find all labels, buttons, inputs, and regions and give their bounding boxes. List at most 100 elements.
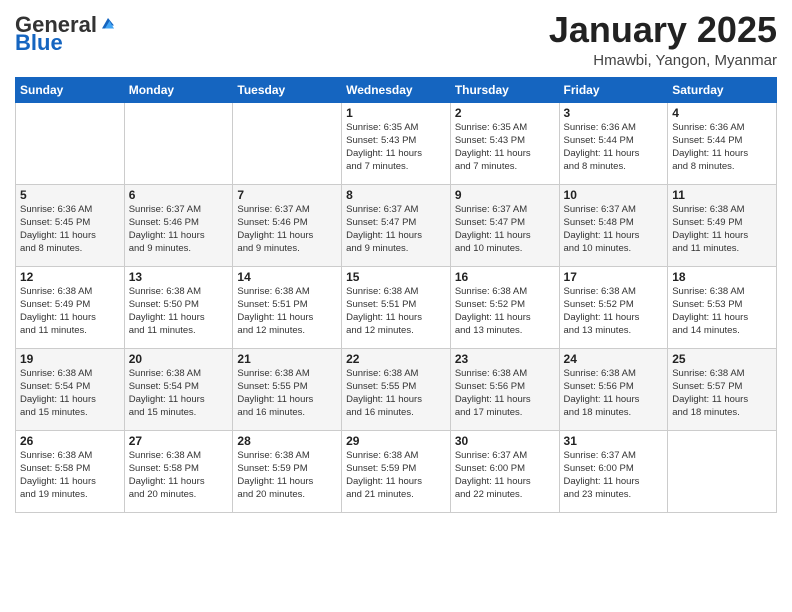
day-number: 25 xyxy=(672,352,772,366)
calendar-cell: 17Sunrise: 6:38 AM Sunset: 5:52 PM Dayli… xyxy=(559,266,668,348)
day-info: Sunrise: 6:36 AM Sunset: 5:45 PM Dayligh… xyxy=(20,203,120,256)
day-number: 5 xyxy=(20,188,120,202)
day-number: 7 xyxy=(237,188,337,202)
calendar-cell: 25Sunrise: 6:38 AM Sunset: 5:57 PM Dayli… xyxy=(668,348,777,430)
calendar-cell xyxy=(16,102,125,184)
calendar-cell: 31Sunrise: 6:37 AM Sunset: 6:00 PM Dayli… xyxy=(559,430,668,512)
calendar-cell: 7Sunrise: 6:37 AM Sunset: 5:46 PM Daylig… xyxy=(233,184,342,266)
day-info: Sunrise: 6:38 AM Sunset: 5:58 PM Dayligh… xyxy=(129,449,229,502)
calendar-table: Sunday Monday Tuesday Wednesday Thursday… xyxy=(15,77,777,513)
day-info: Sunrise: 6:37 AM Sunset: 5:48 PM Dayligh… xyxy=(564,203,664,256)
day-number: 19 xyxy=(20,352,120,366)
day-info: Sunrise: 6:38 AM Sunset: 5:54 PM Dayligh… xyxy=(20,367,120,420)
day-info: Sunrise: 6:36 AM Sunset: 5:44 PM Dayligh… xyxy=(672,121,772,174)
logo-icon xyxy=(99,15,117,33)
calendar-cell: 22Sunrise: 6:38 AM Sunset: 5:55 PM Dayli… xyxy=(342,348,451,430)
day-number: 30 xyxy=(455,434,555,448)
day-info: Sunrise: 6:37 AM Sunset: 6:00 PM Dayligh… xyxy=(564,449,664,502)
calendar-cell: 13Sunrise: 6:38 AM Sunset: 5:50 PM Dayli… xyxy=(124,266,233,348)
day-info: Sunrise: 6:38 AM Sunset: 5:50 PM Dayligh… xyxy=(129,285,229,338)
day-number: 29 xyxy=(346,434,446,448)
calendar-cell: 6Sunrise: 6:37 AM Sunset: 5:46 PM Daylig… xyxy=(124,184,233,266)
calendar-cell xyxy=(668,430,777,512)
day-info: Sunrise: 6:38 AM Sunset: 5:49 PM Dayligh… xyxy=(20,285,120,338)
day-number: 16 xyxy=(455,270,555,284)
day-number: 26 xyxy=(20,434,120,448)
day-info: Sunrise: 6:35 AM Sunset: 5:43 PM Dayligh… xyxy=(455,121,555,174)
day-info: Sunrise: 6:37 AM Sunset: 5:46 PM Dayligh… xyxy=(237,203,337,256)
day-number: 9 xyxy=(455,188,555,202)
day-number: 18 xyxy=(672,270,772,284)
title-section: January 2025 Hmawbi, Yangon, Myanmar xyxy=(549,10,777,69)
day-info: Sunrise: 6:37 AM Sunset: 5:47 PM Dayligh… xyxy=(346,203,446,256)
day-info: Sunrise: 6:38 AM Sunset: 5:52 PM Dayligh… xyxy=(564,285,664,338)
day-info: Sunrise: 6:37 AM Sunset: 5:46 PM Dayligh… xyxy=(129,203,229,256)
day-number: 11 xyxy=(672,188,772,202)
day-info: Sunrise: 6:35 AM Sunset: 5:43 PM Dayligh… xyxy=(346,121,446,174)
logo: General Blue xyxy=(15,14,117,54)
day-number: 14 xyxy=(237,270,337,284)
calendar-cell: 18Sunrise: 6:38 AM Sunset: 5:53 PM Dayli… xyxy=(668,266,777,348)
calendar-cell: 27Sunrise: 6:38 AM Sunset: 5:58 PM Dayli… xyxy=(124,430,233,512)
calendar-cell: 16Sunrise: 6:38 AM Sunset: 5:52 PM Dayli… xyxy=(450,266,559,348)
calendar-cell: 3Sunrise: 6:36 AM Sunset: 5:44 PM Daylig… xyxy=(559,102,668,184)
day-info: Sunrise: 6:38 AM Sunset: 5:53 PM Dayligh… xyxy=(672,285,772,338)
day-info: Sunrise: 6:37 AM Sunset: 5:47 PM Dayligh… xyxy=(455,203,555,256)
calendar-cell: 14Sunrise: 6:38 AM Sunset: 5:51 PM Dayli… xyxy=(233,266,342,348)
day-number: 4 xyxy=(672,106,772,120)
day-info: Sunrise: 6:38 AM Sunset: 5:51 PM Dayligh… xyxy=(237,285,337,338)
day-info: Sunrise: 6:38 AM Sunset: 5:59 PM Dayligh… xyxy=(346,449,446,502)
calendar-cell: 5Sunrise: 6:36 AM Sunset: 5:45 PM Daylig… xyxy=(16,184,125,266)
calendar-cell: 1Sunrise: 6:35 AM Sunset: 5:43 PM Daylig… xyxy=(342,102,451,184)
header: General Blue January 2025 Hmawbi, Yangon… xyxy=(15,10,777,69)
day-info: Sunrise: 6:38 AM Sunset: 5:57 PM Dayligh… xyxy=(672,367,772,420)
calendar-cell: 21Sunrise: 6:38 AM Sunset: 5:55 PM Dayli… xyxy=(233,348,342,430)
calendar-week-1: 1Sunrise: 6:35 AM Sunset: 5:43 PM Daylig… xyxy=(16,102,777,184)
calendar-cell: 8Sunrise: 6:37 AM Sunset: 5:47 PM Daylig… xyxy=(342,184,451,266)
calendar-cell: 24Sunrise: 6:38 AM Sunset: 5:56 PM Dayli… xyxy=(559,348,668,430)
calendar-week-2: 5Sunrise: 6:36 AM Sunset: 5:45 PM Daylig… xyxy=(16,184,777,266)
col-sunday: Sunday xyxy=(16,77,125,102)
calendar-cell: 9Sunrise: 6:37 AM Sunset: 5:47 PM Daylig… xyxy=(450,184,559,266)
calendar-cell: 11Sunrise: 6:38 AM Sunset: 5:49 PM Dayli… xyxy=(668,184,777,266)
day-number: 24 xyxy=(564,352,664,366)
day-number: 1 xyxy=(346,106,446,120)
month-title: January 2025 xyxy=(549,10,777,50)
day-info: Sunrise: 6:38 AM Sunset: 5:58 PM Dayligh… xyxy=(20,449,120,502)
day-number: 3 xyxy=(564,106,664,120)
day-number: 28 xyxy=(237,434,337,448)
calendar-cell: 19Sunrise: 6:38 AM Sunset: 5:54 PM Dayli… xyxy=(16,348,125,430)
day-number: 20 xyxy=(129,352,229,366)
logo-blue-text: Blue xyxy=(15,32,63,54)
col-monday: Monday xyxy=(124,77,233,102)
day-info: Sunrise: 6:38 AM Sunset: 5:52 PM Dayligh… xyxy=(455,285,555,338)
day-number: 22 xyxy=(346,352,446,366)
calendar-cell: 29Sunrise: 6:38 AM Sunset: 5:59 PM Dayli… xyxy=(342,430,451,512)
col-tuesday: Tuesday xyxy=(233,77,342,102)
calendar-cell xyxy=(233,102,342,184)
day-number: 13 xyxy=(129,270,229,284)
day-info: Sunrise: 6:38 AM Sunset: 5:56 PM Dayligh… xyxy=(564,367,664,420)
col-thursday: Thursday xyxy=(450,77,559,102)
location-subtitle: Hmawbi, Yangon, Myanmar xyxy=(549,52,777,69)
col-wednesday: Wednesday xyxy=(342,77,451,102)
day-info: Sunrise: 6:36 AM Sunset: 5:44 PM Dayligh… xyxy=(564,121,664,174)
day-number: 17 xyxy=(564,270,664,284)
calendar-header-row: Sunday Monday Tuesday Wednesday Thursday… xyxy=(16,77,777,102)
day-number: 23 xyxy=(455,352,555,366)
calendar-cell: 23Sunrise: 6:38 AM Sunset: 5:56 PM Dayli… xyxy=(450,348,559,430)
col-saturday: Saturday xyxy=(668,77,777,102)
calendar-week-3: 12Sunrise: 6:38 AM Sunset: 5:49 PM Dayli… xyxy=(16,266,777,348)
day-number: 15 xyxy=(346,270,446,284)
calendar-cell: 30Sunrise: 6:37 AM Sunset: 6:00 PM Dayli… xyxy=(450,430,559,512)
day-info: Sunrise: 6:38 AM Sunset: 5:55 PM Dayligh… xyxy=(346,367,446,420)
calendar-week-5: 26Sunrise: 6:38 AM Sunset: 5:58 PM Dayli… xyxy=(16,430,777,512)
day-number: 10 xyxy=(564,188,664,202)
day-info: Sunrise: 6:38 AM Sunset: 5:55 PM Dayligh… xyxy=(237,367,337,420)
day-number: 27 xyxy=(129,434,229,448)
calendar-cell: 26Sunrise: 6:38 AM Sunset: 5:58 PM Dayli… xyxy=(16,430,125,512)
day-info: Sunrise: 6:38 AM Sunset: 5:49 PM Dayligh… xyxy=(672,203,772,256)
day-info: Sunrise: 6:38 AM Sunset: 5:56 PM Dayligh… xyxy=(455,367,555,420)
col-friday: Friday xyxy=(559,77,668,102)
day-number: 21 xyxy=(237,352,337,366)
